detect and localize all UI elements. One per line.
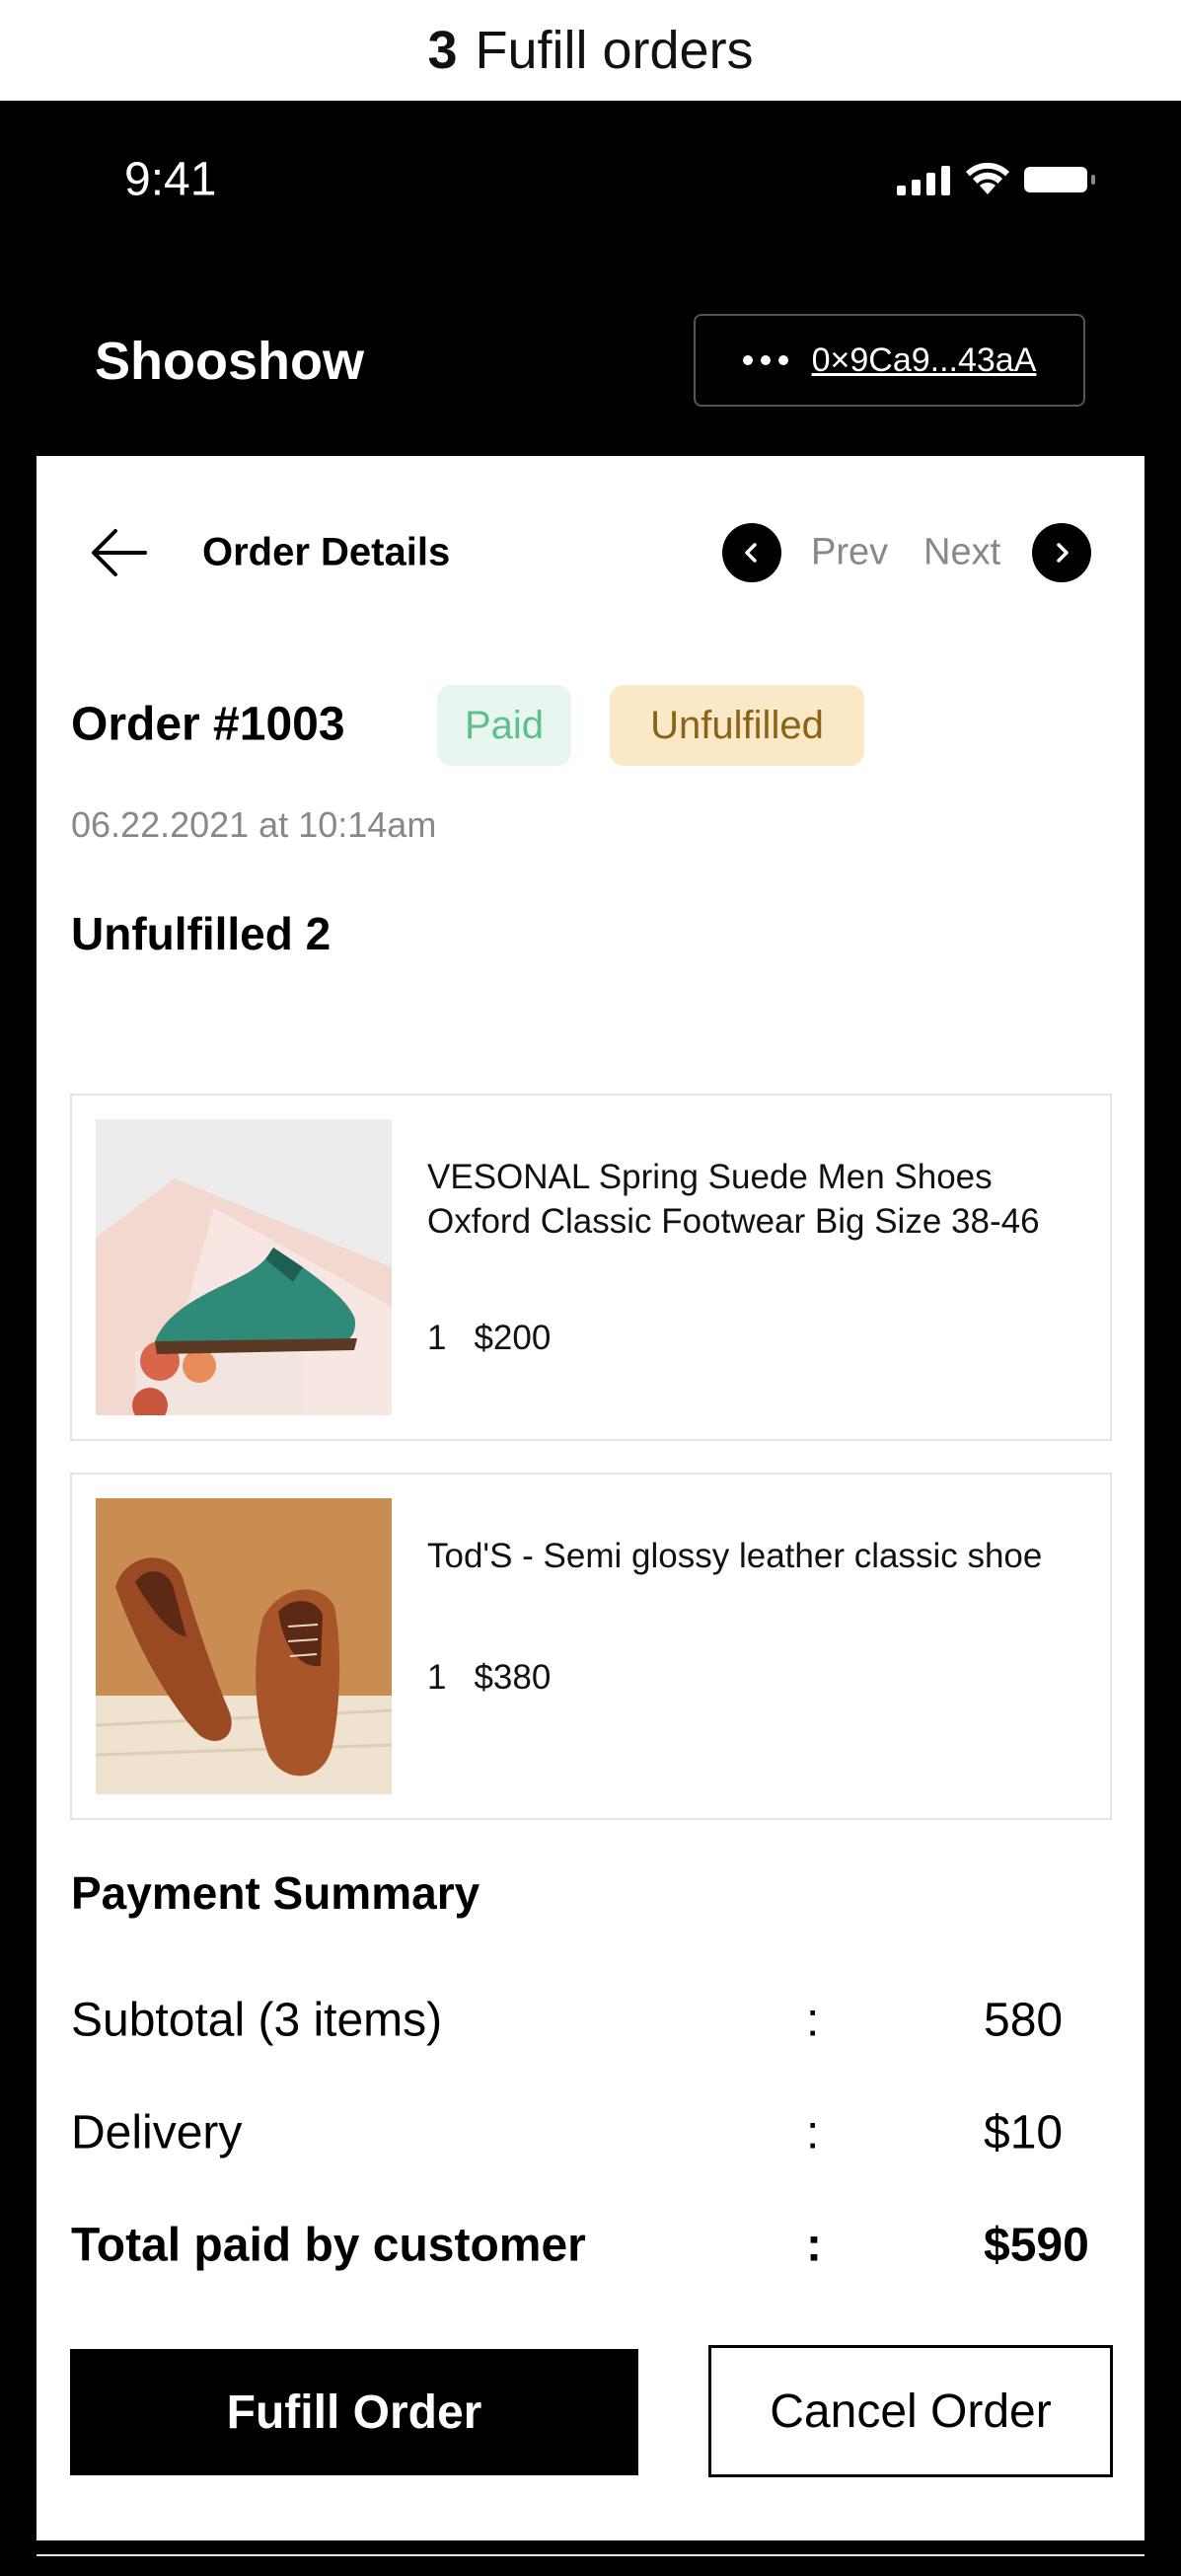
product-price: $200 bbox=[474, 1319, 552, 1357]
wallet-button[interactable]: 0×9Ca9...43aA bbox=[694, 314, 1085, 407]
wallet-address[interactable]: 0×9Ca9...43aA bbox=[812, 341, 1037, 380]
total-row: Total paid by customer : $590 bbox=[71, 2211, 1089, 2280]
order-details-card: Order Details Prev Next Order #1003 Paid… bbox=[37, 456, 1144, 2556]
order-item[interactable]: Tod'S - Semi glossy leather classic shoe… bbox=[70, 1473, 1112, 1820]
step-number: 3 bbox=[427, 21, 458, 80]
separator-colon: : bbox=[806, 2106, 820, 2159]
prev-link[interactable]: Prev bbox=[811, 532, 888, 574]
order-date: 06.22.2021 at 10:14am bbox=[71, 804, 437, 845]
total-value: $590 bbox=[984, 2219, 1089, 2272]
signal-icon bbox=[897, 166, 950, 195]
status-bar: 9:41 bbox=[0, 101, 1181, 219]
subtotal-label: Subtotal (3 items) bbox=[71, 1994, 443, 2047]
delivery-label: Delivery bbox=[71, 2106, 243, 2159]
status-time: 9:41 bbox=[124, 153, 217, 206]
separator-colon: : bbox=[806, 2219, 822, 2272]
app-brand: Shooshow bbox=[95, 332, 364, 391]
cancel-order-button[interactable]: Cancel Order bbox=[708, 2345, 1113, 2477]
nav-row: Order Details Prev Next bbox=[37, 456, 1144, 649]
total-label: Total paid by customer bbox=[71, 2219, 586, 2272]
product-image bbox=[96, 1498, 392, 1794]
status-icons bbox=[897, 163, 1098, 196]
divider bbox=[37, 2554, 1144, 2556]
wifi-icon bbox=[966, 163, 1009, 194]
subtotal-value: 580 bbox=[984, 1994, 1064, 2047]
product-qty-price: 1 $200 bbox=[427, 1319, 551, 1358]
fulfill-order-button[interactable]: Fufill Order bbox=[70, 2349, 638, 2475]
next-link[interactable]: Next bbox=[923, 532, 1000, 574]
separator-colon: : bbox=[806, 1994, 820, 2047]
product-name: Tod'S - Semi glossy leather classic shoe bbox=[427, 1537, 1043, 1575]
paid-badge: Paid bbox=[437, 685, 571, 766]
step-title: Fufill orders bbox=[475, 21, 754, 80]
next-button[interactable] bbox=[1032, 523, 1091, 582]
unfulfilled-badge: Unfulfilled bbox=[610, 685, 864, 766]
product-price: $380 bbox=[474, 1658, 552, 1697]
product-qty-price: 1 $380 bbox=[427, 1658, 551, 1698]
product-name: VESONAL Spring Suede Men Shoes Oxford Cl… bbox=[427, 1158, 1040, 1241]
chevron-left-icon bbox=[745, 543, 757, 563]
delivery-value: $10 bbox=[984, 2106, 1064, 2159]
product-qty: 1 bbox=[427, 1319, 447, 1357]
page-title: Order Details bbox=[202, 530, 451, 574]
product-image bbox=[96, 1119, 392, 1415]
back-arrow-icon[interactable] bbox=[88, 523, 151, 582]
unfulfilled-heading: Unfulfilled 2 bbox=[71, 908, 332, 959]
more-dots-icon bbox=[742, 355, 788, 365]
delivery-row: Delivery : $10 bbox=[71, 2098, 1077, 2167]
phone-screen: 9:41 Shooshow 0×9Ca9...43aA Order Detail… bbox=[0, 101, 1181, 2576]
order-title: Order #1003 bbox=[71, 698, 345, 751]
chevron-right-icon bbox=[1057, 543, 1069, 563]
order-item[interactable]: VESONAL Spring Suede Men Shoes Oxford Cl… bbox=[70, 1094, 1112, 1441]
payment-summary-heading: Payment Summary bbox=[71, 1867, 480, 1919]
product-qty: 1 bbox=[427, 1658, 447, 1697]
subtotal-row: Subtotal (3 items) : 580 bbox=[71, 1986, 1077, 2055]
step-caption: 3 Fufill orders bbox=[0, 0, 1181, 101]
prev-button[interactable] bbox=[722, 523, 781, 582]
battery-icon bbox=[1024, 167, 1095, 192]
